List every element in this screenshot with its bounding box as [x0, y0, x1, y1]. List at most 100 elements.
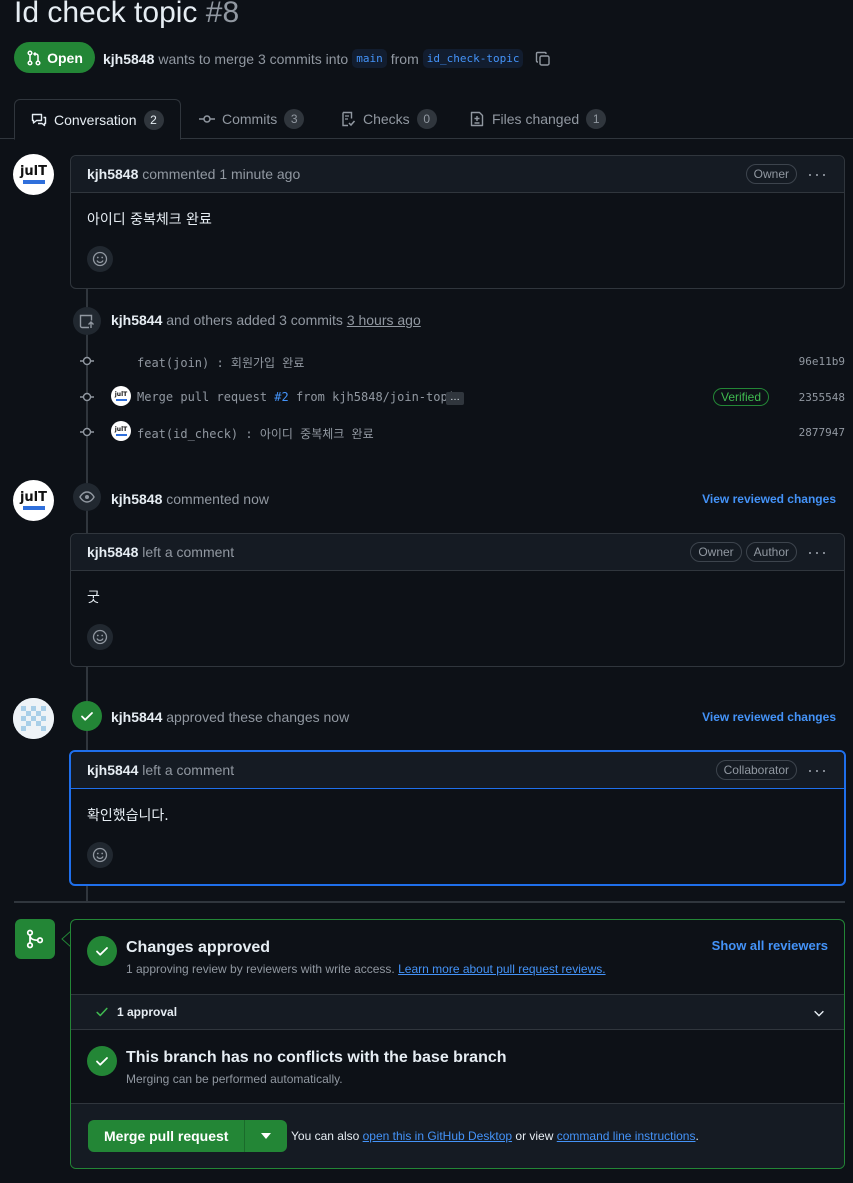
comment-body: 굿 — [71, 571, 844, 666]
review-comment-box: kjh5848 left a comment Owner Author ··· … — [70, 533, 845, 667]
pr-title-text: Id check topic — [14, 0, 198, 29]
identicon-icon — [13, 698, 54, 739]
github-desktop-link[interactable]: open this in GitHub Desktop — [363, 1129, 512, 1143]
avatar[interactable]: julT — [111, 421, 131, 441]
comment-body: 확인했습니다. — [71, 789, 844, 884]
conflict-check-badge — [87, 1046, 117, 1076]
pr-number: #8 — [205, 0, 240, 29]
commit-message[interactable]: feat(join) : 회원가입 완료 — [137, 354, 304, 371]
commit-message-pre: Merge pull request — [137, 390, 268, 404]
kebab-menu-icon[interactable]: ··· — [807, 761, 828, 779]
review-actor[interactable]: kjh5848 — [111, 491, 162, 507]
commit-message[interactable]: feat(id_check) : 아이디 중복체크 완료 — [137, 425, 374, 442]
add-reaction-button[interactable] — [87, 624, 113, 650]
tab-files-changed[interactable]: Files changed 1 — [469, 99, 607, 139]
review-event: kjh5848 commented now — [111, 491, 269, 507]
owner-label: Owner — [690, 542, 742, 562]
verified-badge[interactable]: Verified — [713, 388, 770, 406]
show-all-reviewers-link[interactable]: Show all reviewers — [712, 938, 828, 953]
pr-from-text: from — [390, 50, 419, 67]
git-merge-icon — [26, 929, 44, 949]
collaborator-label: Collaborator — [715, 760, 798, 780]
git-commit-icon — [199, 115, 215, 123]
review-action: commented now — [166, 491, 269, 507]
comment-box: kjh5848 commented 1 minute ago Owner ···… — [70, 155, 845, 289]
approvals-row[interactable]: 1 approval — [71, 994, 844, 1030]
comment-body: 아이디 중복체크 완료 — [71, 193, 844, 288]
file-diff-icon — [470, 111, 484, 127]
approve-event: kjh5844 approved these changes now — [111, 709, 349, 725]
commit-row: julT Merge pull request #2 from kjh5848/… — [80, 385, 845, 407]
view-reviewed-changes-link[interactable]: View reviewed changes — [702, 710, 836, 724]
copy-icon[interactable] — [535, 51, 551, 67]
tab-commits-count: 3 — [284, 109, 305, 129]
review-actor[interactable]: kjh5844 — [111, 709, 162, 725]
pr-tabs: Conversation 2 Commits 3 Checks 0 Files … — [0, 99, 853, 140]
avatar-bar — [22, 505, 45, 510]
kebab-menu-icon[interactable]: ··· — [807, 543, 828, 561]
kebab-menu-icon[interactable]: ··· — [807, 165, 828, 183]
comment-author[interactable]: kjh5848 — [87, 166, 138, 182]
tab-checks-label: Checks — [363, 111, 410, 127]
expand-commit-button[interactable]: … — [446, 392, 464, 405]
avatar[interactable] — [13, 698, 54, 739]
period-text: . — [695, 1129, 699, 1143]
comment-action: commented — [142, 166, 216, 182]
pr-state-label: Open — [47, 49, 83, 66]
commit-row: julT feat(id_check) : 아이디 중복체크 완료 287794… — [80, 421, 845, 443]
chevron-down-icon[interactable] — [812, 1006, 826, 1020]
comment-action: left a comment — [142, 544, 235, 560]
avatar-bar — [22, 179, 45, 184]
comment-author[interactable]: kjh5844 — [87, 762, 138, 778]
event-actor[interactable]: kjh5844 — [111, 312, 162, 328]
comment-header: kjh5848 commented 1 minute ago Owner ··· — [71, 156, 844, 193]
pr-author-link[interactable]: kjh5848 — [103, 51, 154, 67]
commit-sha[interactable]: 2355548 — [799, 391, 845, 404]
tab-conversation[interactable]: Conversation 2 — [14, 99, 181, 140]
approved-check-badge — [87, 936, 117, 966]
commit-dot-icon — [80, 356, 94, 366]
tab-files-changed-label: Files changed — [492, 111, 580, 127]
comment-text: 굿 — [87, 590, 100, 606]
review-badge — [73, 483, 101, 511]
avatar[interactable]: julT — [111, 386, 131, 406]
merge-alt-text: You can also open this in GitHub Desktop… — [291, 1129, 699, 1143]
avatar[interactable]: julT — [13, 480, 54, 521]
pr-title: Id check topic #8 — [14, 0, 239, 30]
comment-action: left a comment — [142, 762, 235, 778]
pr-meta: kjh5848 wants to merge 3 commits into ma… — [103, 49, 551, 68]
check-icon — [96, 1007, 108, 1017]
commit-message[interactable]: Merge pull request #2 from kjh5848/join-… — [137, 390, 462, 404]
merge-method-dropdown[interactable] — [245, 1120, 287, 1152]
tab-checks[interactable]: Checks 0 — [340, 99, 437, 139]
comment-time[interactable]: 1 minute ago — [219, 166, 300, 182]
pr-link[interactable]: #2 — [274, 390, 288, 404]
review-action: approved these changes now — [166, 709, 350, 725]
event-time[interactable]: 3 hours ago — [347, 312, 421, 328]
comment-author[interactable]: kjh5848 — [87, 544, 138, 560]
head-branch[interactable]: id_check-topic — [422, 49, 524, 68]
review-status-section: Changes approved 1 approving review by r… — [71, 920, 844, 995]
learn-more-link[interactable]: Learn more about pull request reviews. — [398, 962, 605, 976]
command-line-link[interactable]: command line instructions — [557, 1129, 696, 1143]
no-conflicts-title: This branch has no conflicts with the ba… — [126, 1049, 507, 1066]
avatar-bar — [115, 433, 127, 436]
repo-push-icon — [79, 314, 94, 329]
view-reviewed-changes-link[interactable]: View reviewed changes — [702, 492, 836, 506]
check-icon — [81, 712, 93, 721]
commit-sha[interactable]: 2877947 — [799, 426, 845, 439]
comment-text: 아이디 중복체크 완료 — [87, 212, 212, 228]
timeline-divider — [14, 901, 845, 903]
avatar-text: julT — [19, 489, 48, 505]
add-reaction-button[interactable] — [87, 842, 113, 868]
smiley-icon — [92, 847, 108, 863]
tab-commits[interactable]: Commits 3 — [199, 99, 305, 139]
base-branch[interactable]: main — [352, 49, 387, 68]
author-label: Author — [745, 542, 798, 562]
add-reaction-button[interactable] — [87, 246, 113, 272]
commit-sha[interactable]: 96e11b9 — [799, 355, 845, 368]
merge-pull-request-button[interactable]: Merge pull request — [88, 1120, 246, 1152]
no-conflicts-subtitle: Merging can be performed automatically. — [126, 1072, 343, 1086]
event-text: and others added 3 commits — [166, 312, 343, 328]
avatar[interactable]: julT — [13, 154, 54, 195]
